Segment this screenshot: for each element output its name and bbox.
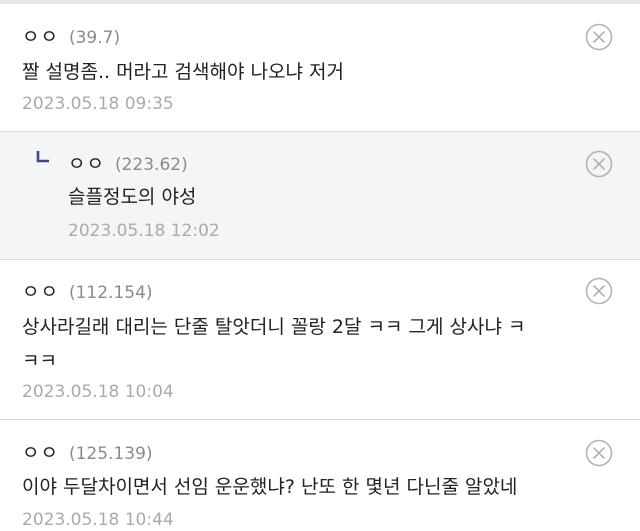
comment-date: 2023.05.18 10:44: [22, 510, 174, 530]
delete-button[interactable]: [585, 277, 613, 305]
author-nickname[interactable]: ㅇㅇ: [22, 277, 59, 304]
comment-text: 슬플정도의 야성: [68, 186, 197, 208]
comment-text: 상사라길래 대리는 단줄 탈앗더니 꼴랑 2달 ㅋㅋ 그게 상사냐 ㅋ ㅋㅋ: [22, 310, 525, 378]
comment-date: 2023.05.18 12:02: [68, 221, 220, 241]
comment-author: ㅇㅇ (39.7): [22, 22, 120, 49]
close-circle-icon: [585, 439, 613, 467]
comment-author: ㅇㅇ (112.154): [22, 277, 153, 304]
comment-author: ㅇㅇ (223.62): [68, 149, 188, 176]
delete-button[interactable]: [585, 23, 613, 51]
close-circle-icon: [585, 150, 613, 178]
author-ip: (125.139): [68, 444, 153, 464]
comment-text-line: ㅋㅋ: [22, 350, 57, 372]
comment-list: ㅇㅇ (39.7) 짤 설명좀.. 머라고 검색해야 나오냐 저거 2023.0…: [0, 0, 640, 531]
author-ip: (112.154): [68, 283, 153, 303]
comment-text: 짤 설명좀.. 머라고 검색해야 나오냐 저거: [22, 61, 344, 83]
author-ip: (223.62): [114, 155, 188, 175]
author-nickname[interactable]: ㅇㅇ: [22, 438, 59, 465]
author-nickname[interactable]: ㅇㅇ: [22, 22, 59, 49]
comment-item: ㅇㅇ (112.154) 상사라길래 대리는 단줄 탈앗더니 꼴랑 2달 ㅋㅋ …: [0, 260, 640, 419]
delete-button[interactable]: [585, 439, 613, 467]
close-circle-icon: [585, 277, 613, 305]
delete-button[interactable]: [585, 150, 613, 178]
comment-author: ㅇㅇ (125.139): [22, 438, 153, 465]
reply-arrow-icon: [36, 151, 49, 163]
comment-date: 2023.05.18 09:35: [22, 94, 174, 114]
reply-item: ㅇㅇ (223.62) 슬플정도의 야성 2023.05.18 12:02: [0, 132, 640, 259]
comment-text: 이야 두달차이면서 선임 운운했냐? 난또 한 몇년 다닌줄 알았네: [22, 476, 518, 498]
comment-item: ㅇㅇ (125.139) 이야 두달차이면서 선임 운운했냐? 난또 한 몇년 …: [0, 420, 640, 531]
author-nickname[interactable]: ㅇㅇ: [68, 149, 105, 176]
comment-date: 2023.05.18 10:04: [22, 382, 174, 402]
comment-text-line: 상사라길래 대리는 단줄 탈앗더니 꼴랑 2달 ㅋㅋ 그게 상사냐 ㅋ: [22, 316, 526, 338]
comment-item: ㅇㅇ (39.7) 짤 설명좀.. 머라고 검색해야 나오냐 저거 2023.0…: [0, 4, 640, 131]
close-circle-icon: [585, 23, 613, 51]
author-ip: (39.7): [68, 28, 121, 48]
